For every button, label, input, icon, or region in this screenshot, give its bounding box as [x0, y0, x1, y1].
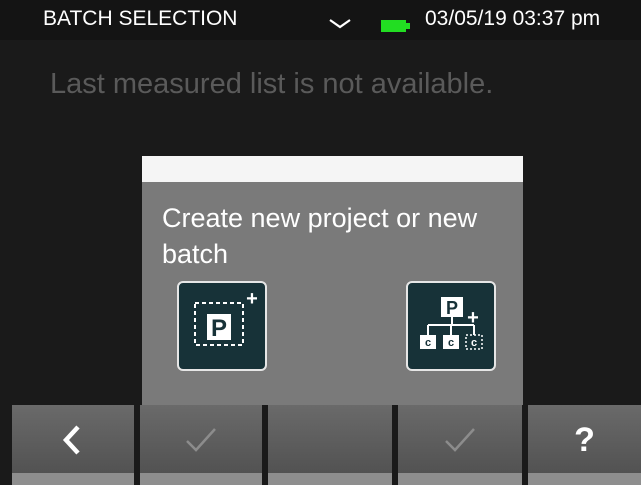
back-button[interactable]: [12, 405, 134, 485]
screen-title: BATCH SELECTION: [43, 7, 238, 30]
dialog-prompt: Create new project or new batch: [162, 203, 478, 269]
checkmark-icon: [186, 428, 216, 452]
back-chevron-icon: [62, 425, 80, 455]
svg-text:+: +: [246, 288, 258, 310]
svg-text:c: c: [448, 337, 454, 349]
battery-icon: [381, 15, 411, 32]
accept-button-disabled[interactable]: [398, 405, 522, 485]
svg-text:c: c: [425, 337, 431, 349]
create-dialog: Create new project or new batch P + P + …: [142, 156, 523, 406]
new-batch-button[interactable]: P + c c c: [406, 281, 496, 371]
checkmark-icon: [445, 428, 475, 452]
status-bar: BATCH SELECTION 03/05/19 03:37 pm: [0, 0, 641, 40]
empty-list-message: Last measured list is not available.: [50, 68, 494, 100]
new-project-icon: P +: [194, 288, 258, 346]
softkey-bar: ?: [0, 405, 641, 485]
help-button[interactable]: ?: [528, 405, 641, 485]
dialog-header: [142, 156, 523, 182]
svg-text:P: P: [446, 298, 458, 318]
chevron-down-icon[interactable]: [328, 13, 352, 29]
blank-softkey[interactable]: [268, 405, 392, 485]
confirm-button-disabled[interactable]: [140, 405, 262, 485]
svg-text:c: c: [471, 337, 477, 349]
project-letter: P: [211, 315, 227, 342]
new-project-button[interactable]: P +: [177, 281, 267, 371]
help-icon: ?: [574, 420, 595, 459]
datetime: 03/05/19 03:37 pm: [425, 7, 601, 30]
new-batch-icon: P + c c c: [420, 297, 483, 350]
